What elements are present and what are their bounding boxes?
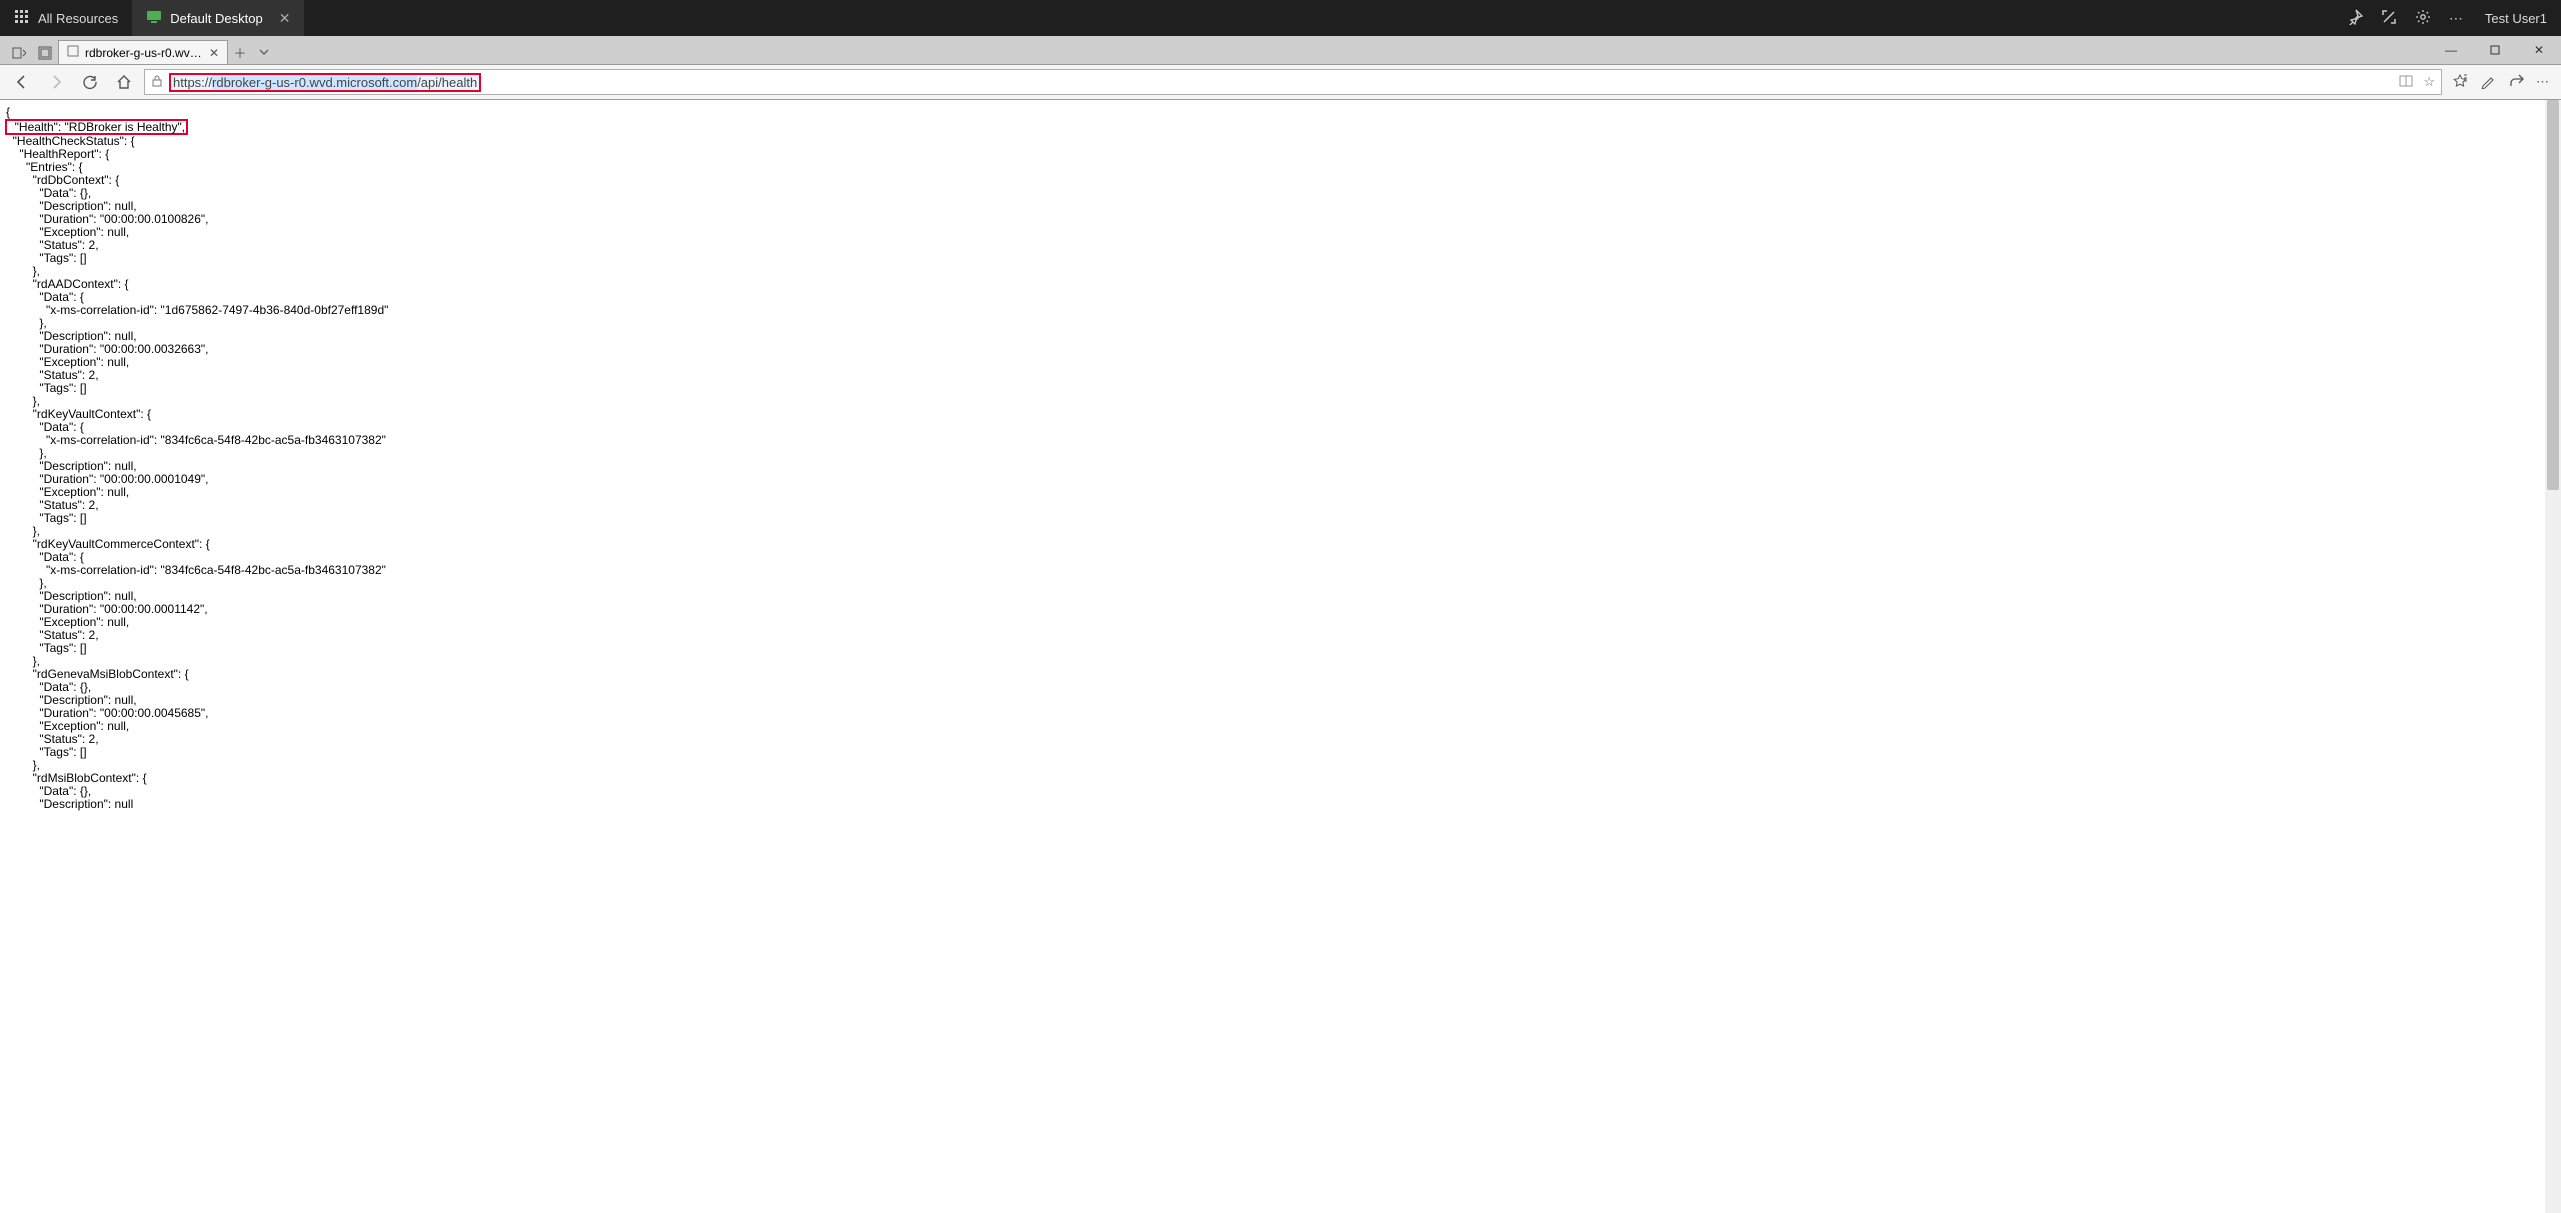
back-button[interactable] — [8, 68, 36, 96]
remote-desktop-bar: All Resources Default Desktop ✕ ⋯ Test U… — [0, 0, 2561, 36]
browser-tabstrip: rdbroker-g-us-r0.wvd.m ✕ ＋ — ✕ — [0, 36, 2561, 64]
minimize-button[interactable]: — — [2429, 36, 2473, 64]
url-text: https://rdbroker-g-us-r0.wvd.microsoft.c… — [169, 73, 481, 92]
pin-icon[interactable] — [2347, 9, 2363, 28]
maximize-button[interactable] — [2473, 36, 2517, 64]
reading-view-icon[interactable] — [2399, 74, 2413, 91]
refresh-button[interactable] — [76, 68, 104, 96]
share-icon[interactable] — [2508, 73, 2524, 92]
rd-tab-all-resources[interactable]: All Resources — [0, 0, 132, 36]
rd-tab-label: All Resources — [38, 11, 118, 26]
vertical-scrollbar[interactable] — [2545, 100, 2561, 1213]
home-button[interactable] — [110, 68, 138, 96]
more-icon[interactable]: ⋯ — [2449, 10, 2463, 27]
rd-user-label: Test User1 — [2485, 11, 2547, 26]
browser-address-bar: https://rdbroker-g-us-r0.wvd.microsoft.c… — [0, 64, 2561, 100]
favorites-list-icon[interactable] — [2452, 73, 2468, 92]
close-button[interactable]: ✕ — [2517, 36, 2561, 64]
forward-button[interactable] — [42, 68, 70, 96]
new-tab-button[interactable]: ＋ — [228, 40, 252, 64]
gear-icon[interactable] — [2415, 9, 2431, 28]
close-icon[interactable]: ✕ — [279, 10, 291, 27]
rd-tab-label: Default Desktop — [170, 11, 263, 26]
health-line-highlight: "Health": "RDBroker is Healthy", — [5, 119, 188, 135]
more-icon[interactable]: ⋯ — [2536, 74, 2549, 90]
apps-grid-icon — [14, 9, 30, 28]
set-aside-tabs-icon[interactable] — [8, 42, 30, 64]
desktop-icon — [146, 9, 162, 28]
url-field[interactable]: https://rdbroker-g-us-r0.wvd.microsoft.c… — [144, 69, 2442, 95]
tabs-chevron-icon[interactable] — [252, 40, 276, 64]
rd-tab-default-desktop[interactable]: Default Desktop ✕ — [132, 0, 304, 36]
browser-window: rdbroker-g-us-r0.wvd.m ✕ ＋ — ✕ https://r… — [0, 36, 2561, 100]
json-response: { "Health": "RDBroker is Healthy", "Heal… — [6, 106, 2555, 811]
page-viewport: { "Health": "RDBroker is Healthy", "Heal… — [0, 100, 2561, 1213]
notes-icon[interactable] — [2480, 73, 2496, 92]
favorite-icon[interactable]: ☆ — [2423, 74, 2435, 90]
scrollbar-thumb[interactable] — [2547, 100, 2559, 490]
lock-icon — [151, 75, 163, 90]
close-icon[interactable]: ✕ — [209, 46, 219, 60]
window-buttons: — ✕ — [2429, 36, 2561, 64]
fullscreen-icon[interactable] — [2381, 9, 2397, 28]
browser-tab[interactable]: rdbroker-g-us-r0.wvd.m ✕ — [58, 40, 228, 64]
tabs-list-icon[interactable] — [34, 42, 56, 64]
browser-tab-title: rdbroker-g-us-r0.wvd.m — [85, 46, 203, 60]
page-icon — [67, 45, 79, 60]
